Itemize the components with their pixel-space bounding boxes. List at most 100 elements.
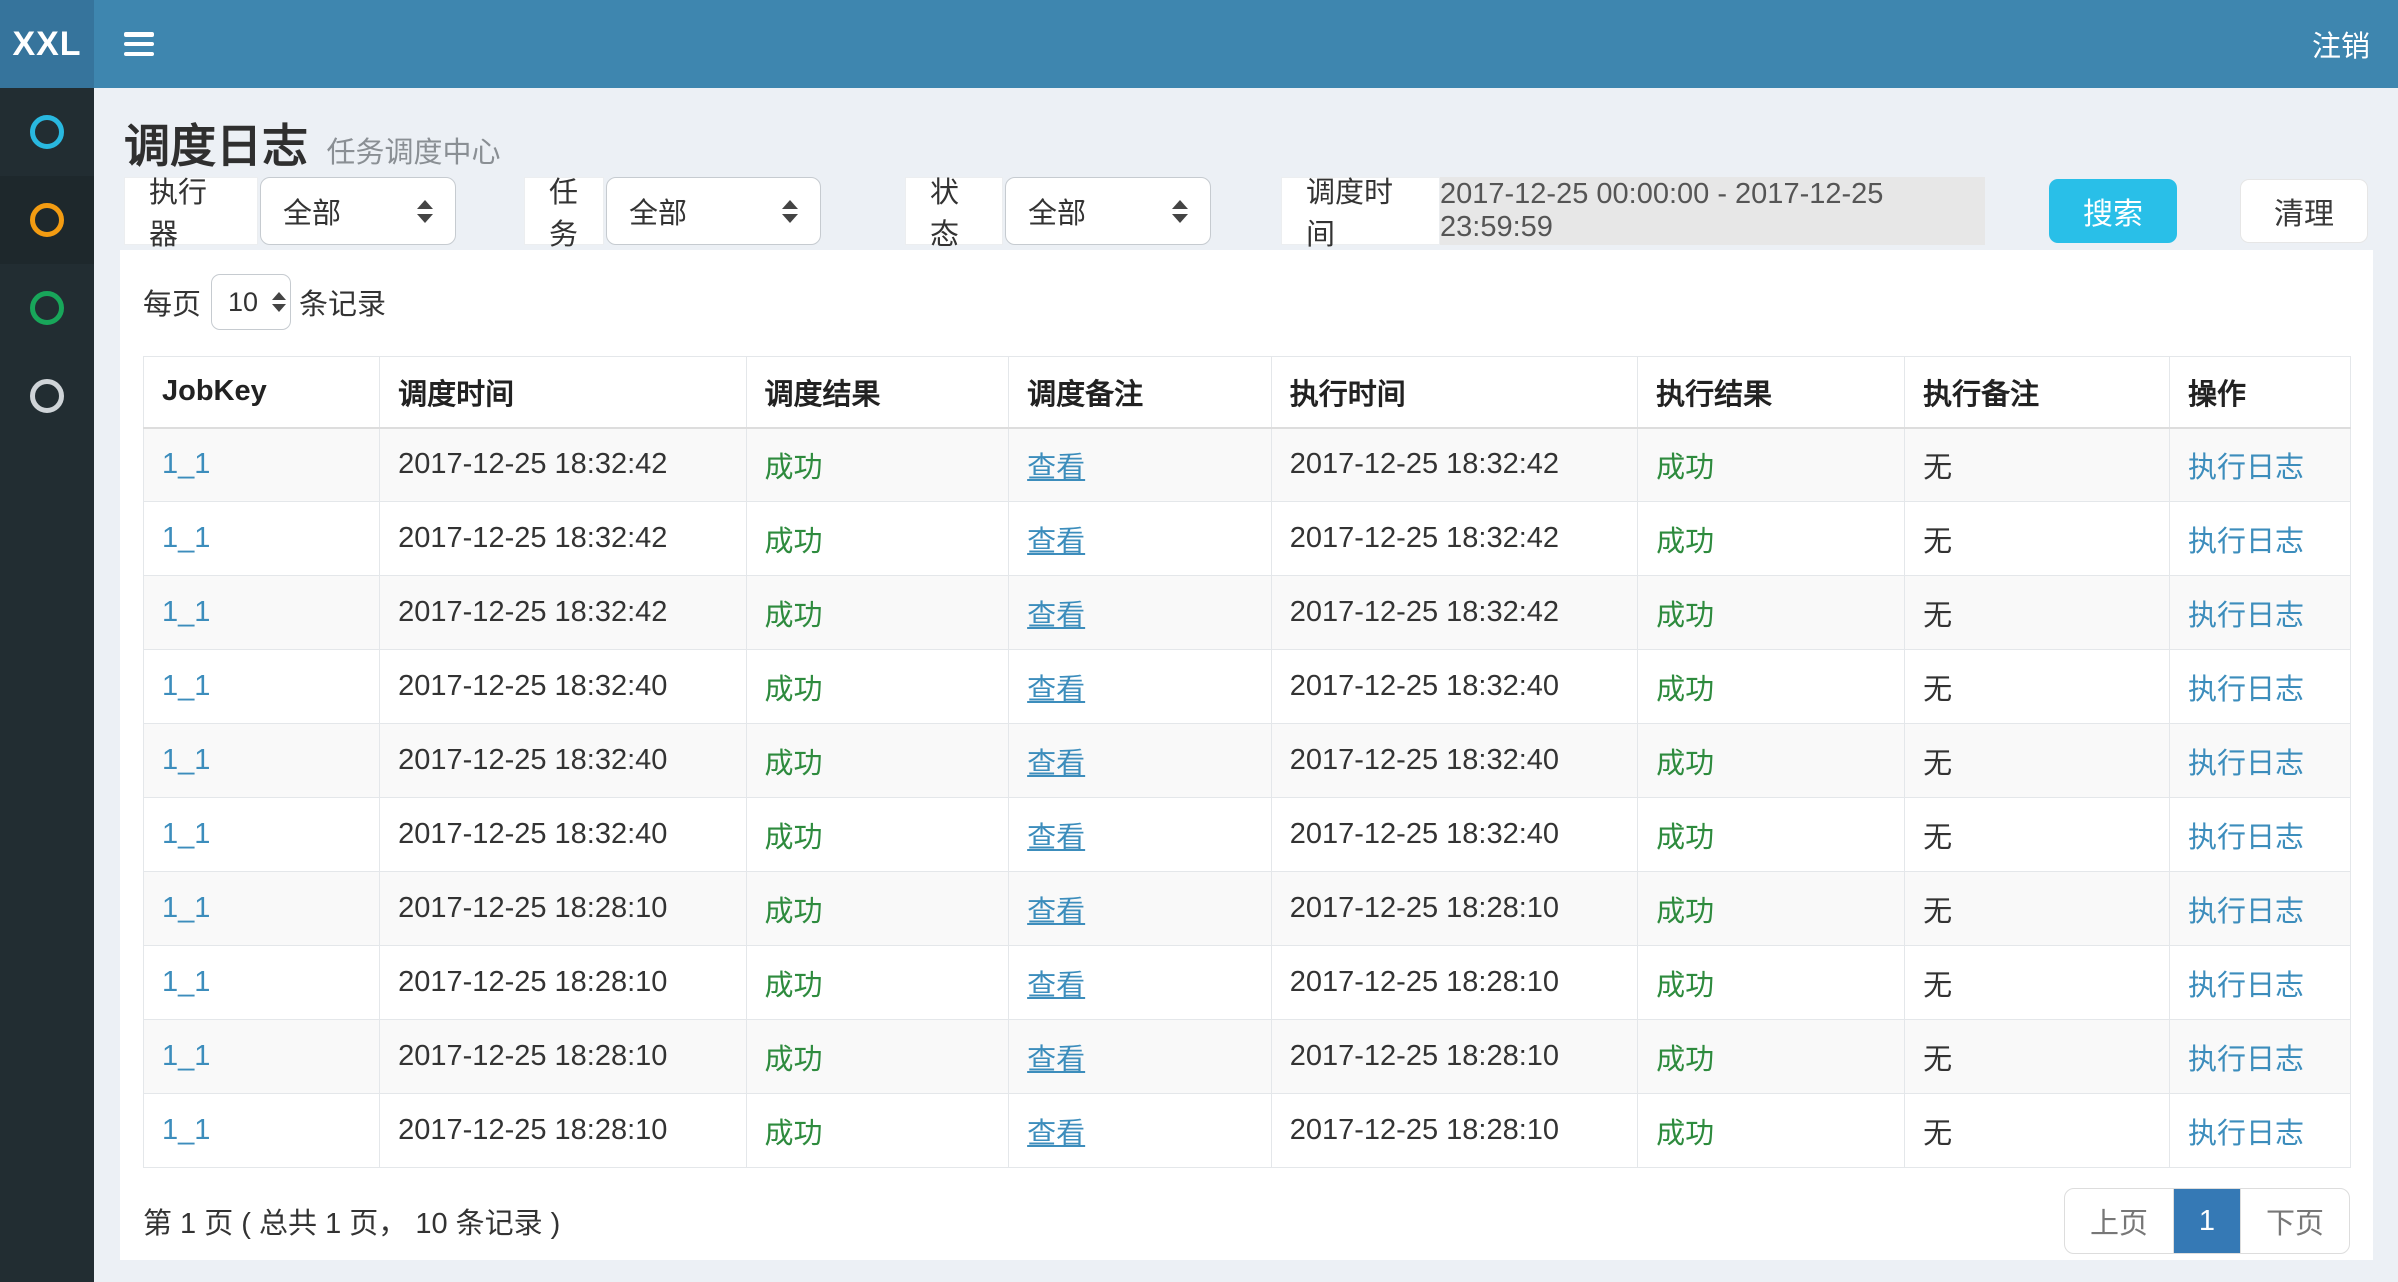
handle-msg-value: 无 (1923, 1044, 1952, 1076)
cell-handle-time: 2017-12-25 18:32:40 (1271, 798, 1637, 872)
logout-link[interactable]: 注销 (2312, 23, 2370, 65)
executor-filter-select[interactable]: 全部 (260, 177, 456, 245)
trigger-time-value: 2017-12-25 18:28:10 (398, 1040, 667, 1072)
execution-log-link[interactable]: 执行日志 (2188, 600, 2304, 632)
job-filter-select[interactable]: 全部 (606, 177, 821, 245)
trigger-time-filter-label: 调度时间 (1281, 177, 1440, 245)
handle-time-value: 2017-12-25 18:28:10 (1290, 1040, 1559, 1072)
cell-action: 执行日志 (2169, 724, 2350, 798)
execution-log-link[interactable]: 执行日志 (2188, 970, 2304, 1002)
trigger-time-value: 2017-12-25 18:28:10 (398, 892, 667, 924)
jobkey-link[interactable]: 1_1 (162, 966, 210, 998)
handle-time-value: 2017-12-25 18:32:40 (1290, 670, 1559, 702)
clear-logs-button[interactable]: 清理 (2240, 179, 2368, 243)
handle-msg-value: 无 (1923, 600, 1952, 632)
cell-action: 执行日志 (2169, 798, 2350, 872)
view-trigger-msg-link[interactable]: 查看 (1027, 674, 1085, 706)
circle-o-icon (30, 115, 64, 149)
cell-handle-result: 成功 (1638, 872, 1905, 946)
page-size-prefix-label: 每页 (143, 281, 201, 323)
trigger-time-value: 2017-12-25 18:32:42 (398, 596, 667, 628)
jobkey-link[interactable]: 1_1 (162, 522, 210, 554)
cell-handle-time: 2017-12-25 18:32:42 (1271, 428, 1637, 502)
trigger-time-range-input[interactable]: 2017-12-25 00:00:00 - 2017-12-25 23:59:5… (1440, 177, 1985, 245)
cell-handle-msg: 无 (1905, 872, 2170, 946)
jobkey-link[interactable]: 1_1 (162, 1040, 210, 1072)
sidebar-item-4[interactable] (0, 352, 94, 440)
jobkey-link[interactable]: 1_1 (162, 1114, 210, 1146)
handle-time-value: 2017-12-25 18:28:10 (1290, 1114, 1559, 1146)
status-filter-select[interactable]: 全部 (1005, 177, 1211, 245)
jobkey-link[interactable]: 1_1 (162, 448, 210, 480)
execution-log-link[interactable]: 执行日志 (2188, 748, 2304, 780)
jobkey-link[interactable]: 1_1 (162, 744, 210, 776)
cell-trigger-time: 2017-12-25 18:32:42 (380, 576, 746, 650)
executor-filter-label: 执行器 (124, 177, 258, 245)
table-row: 1_1 2017-12-25 18:28:10 成功 查看 2017-12-25 18:… (144, 1020, 2351, 1094)
view-trigger-msg-link[interactable]: 查看 (1027, 1044, 1085, 1076)
execution-log-link[interactable]: 执行日志 (2188, 896, 2304, 928)
execution-log-link[interactable]: 执行日志 (2188, 1044, 2304, 1076)
table-row: 1_12017-12-25 18:28:10成功查看2017-12-25 18:… (144, 946, 2351, 1020)
cell-handle-msg: 无 (1905, 1020, 2170, 1094)
sidebar-item-3[interactable] (0, 264, 94, 352)
execution-log-link[interactable]: 执行日志 (2188, 674, 2304, 706)
prev-page-button[interactable]: 上页 (2065, 1189, 2174, 1253)
execution-log-link[interactable]: 执行日志 (2188, 822, 2304, 854)
cell-handle-msg: 无 (1905, 650, 2170, 724)
cell-handle-msg: 无 (1905, 1094, 2170, 1168)
page-size-select[interactable]: 10 (211, 274, 291, 330)
cell-handle-msg: 无 (1905, 724, 2170, 798)
search-button[interactable]: 搜索 (2049, 179, 2177, 243)
table-row: 1_1 2017-12-25 18:28:10 成功 查看 2017-12-25 18:… (144, 872, 2351, 946)
handle-time-value: 2017-12-25 18:28:10 (1290, 892, 1559, 924)
sidebar-item-1[interactable] (0, 88, 94, 176)
page-subtitle: 任务调度中心 (326, 129, 500, 171)
jobkey-link[interactable]: 1_1 (162, 892, 210, 924)
col-header-6: 执行结果 (1638, 357, 1905, 428)
cell-trigger-msg: 查看 (1009, 650, 1272, 724)
view-trigger-msg-link[interactable]: 查看 (1027, 600, 1085, 632)
sidebar-item-2[interactable] (0, 176, 94, 264)
table-row: 1_12017-12-25 18:32:42成功查看2017-12-25 18:… (144, 428, 2351, 502)
view-trigger-msg-link[interactable]: 查看 (1027, 452, 1085, 484)
handle-msg-value: 无 (1923, 822, 1952, 854)
cell-jobkey: 1_1 (144, 946, 380, 1020)
handle-msg-value: 无 (1923, 970, 1952, 1002)
select-caret-icon (1172, 200, 1188, 223)
handle-time-value: 2017-12-25 18:32:40 (1290, 744, 1559, 776)
jobkey-link[interactable]: 1_1 (162, 596, 210, 628)
handle-msg-value: 无 (1923, 1118, 1952, 1150)
table-footer: 第 1 页 ( 总共 1 页， 10 条记录 ) 上页 1 下页 (143, 1188, 2350, 1254)
view-trigger-msg-link[interactable]: 查看 (1027, 896, 1085, 928)
cell-handle-result: 成功 (1638, 1094, 1905, 1168)
trigger-time-value: 2017-12-25 18:32:40 (398, 818, 667, 850)
view-trigger-msg-link[interactable]: 查看 (1027, 748, 1085, 780)
sidebar-toggle-button[interactable] (124, 32, 154, 56)
handle-result-value: 成功 (1656, 600, 1714, 632)
execution-log-link[interactable]: 执行日志 (2188, 1118, 2304, 1150)
cell-trigger-msg: 查看 (1009, 576, 1272, 650)
hamburger-icon (124, 52, 154, 57)
handle-result-value: 成功 (1656, 822, 1714, 854)
jobkey-link[interactable]: 1_1 (162, 818, 210, 850)
execution-log-link[interactable]: 执行日志 (2188, 452, 2304, 484)
handle-msg-value: 无 (1923, 896, 1952, 928)
view-trigger-msg-link[interactable]: 查看 (1027, 970, 1085, 1002)
execution-log-link[interactable]: 执行日志 (2188, 526, 2304, 558)
current-page-button[interactable]: 1 (2174, 1189, 2241, 1253)
cell-handle-result: 成功 (1638, 1020, 1905, 1094)
trigger-result-value: 成功 (765, 970, 823, 1002)
cell-handle-time: 2017-12-25 18:28:10 (1271, 1094, 1637, 1168)
view-trigger-msg-link[interactable]: 查看 (1027, 1118, 1085, 1150)
cell-trigger-msg: 查看 (1009, 1094, 1272, 1168)
view-trigger-msg-link[interactable]: 查看 (1027, 526, 1085, 558)
next-page-button[interactable]: 下页 (2241, 1189, 2349, 1253)
sidebar-menu (0, 88, 94, 1282)
table-row: 1_12017-12-25 18:32:40成功查看2017-12-25 18:… (144, 724, 2351, 798)
cell-jobkey: 1_1 (144, 650, 380, 724)
view-trigger-msg-link[interactable]: 查看 (1027, 822, 1085, 854)
cell-jobkey: 1_1 (144, 872, 380, 946)
jobkey-link[interactable]: 1_1 (162, 670, 210, 702)
cell-handle-time: 2017-12-25 18:28:10 (1271, 946, 1637, 1020)
